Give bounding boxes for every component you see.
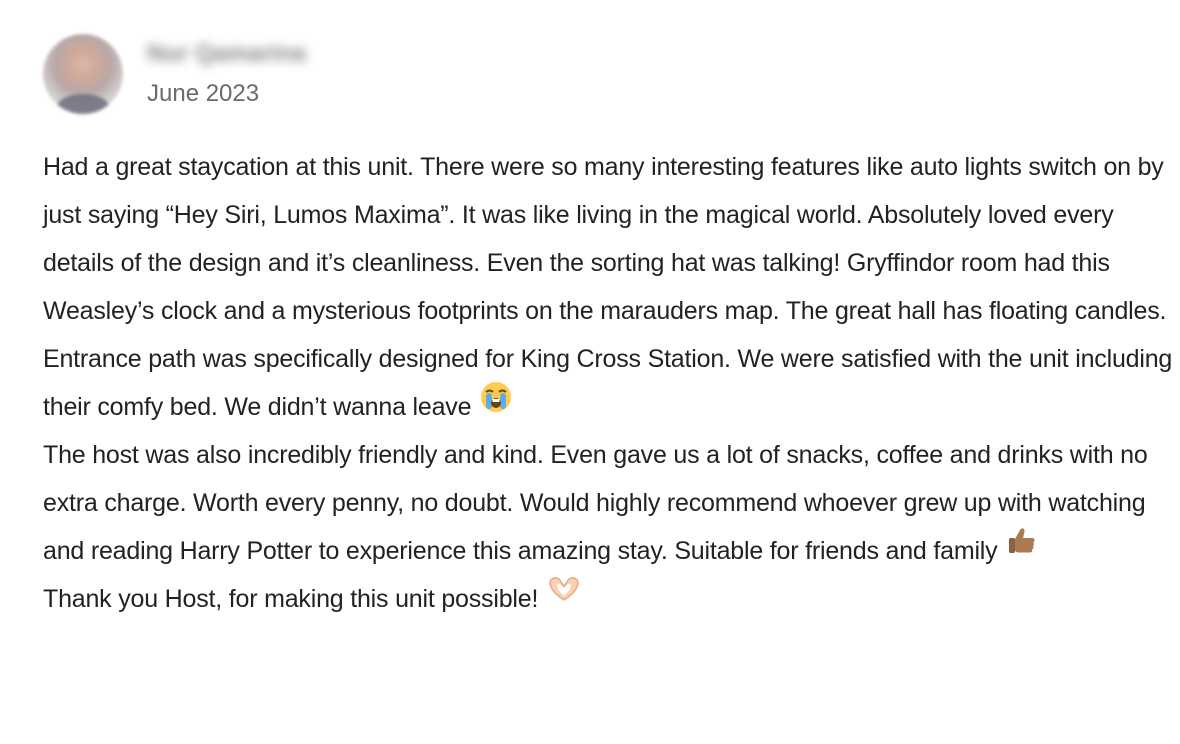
review-paragraph: Thank you Host, for making this unit pos…: [43, 575, 1178, 623]
review-paragraph-text: Thank you Host, for making this unit pos…: [43, 585, 539, 613]
review-paragraph: Had a great staycation at this unit. The…: [43, 143, 1178, 431]
review-text: Had a great staycation at this unit. The…: [43, 143, 1178, 623]
review-date: June 2023: [147, 80, 260, 107]
review-card: Nur Qamarina June 2023 Had a great stayc…: [0, 0, 1180, 744]
heart-hands-icon: [546, 572, 582, 622]
review-paragraph-text: Had a great staycation at this unit. The…: [43, 153, 1173, 421]
review-header: Nur Qamarina June 2023: [43, 34, 306, 114]
thumbs-up-icon: [1005, 524, 1039, 574]
review-paragraph-text: The host was also incredibly friendly an…: [43, 441, 1148, 565]
author-name[interactable]: Nur Qamarina: [147, 39, 306, 69]
avatar[interactable]: [43, 34, 123, 114]
loudly-crying-face-icon: [479, 380, 513, 430]
review-meta: Nur Qamarina June 2023: [147, 39, 306, 109]
review-paragraph: The host was also incredibly friendly an…: [43, 431, 1178, 575]
